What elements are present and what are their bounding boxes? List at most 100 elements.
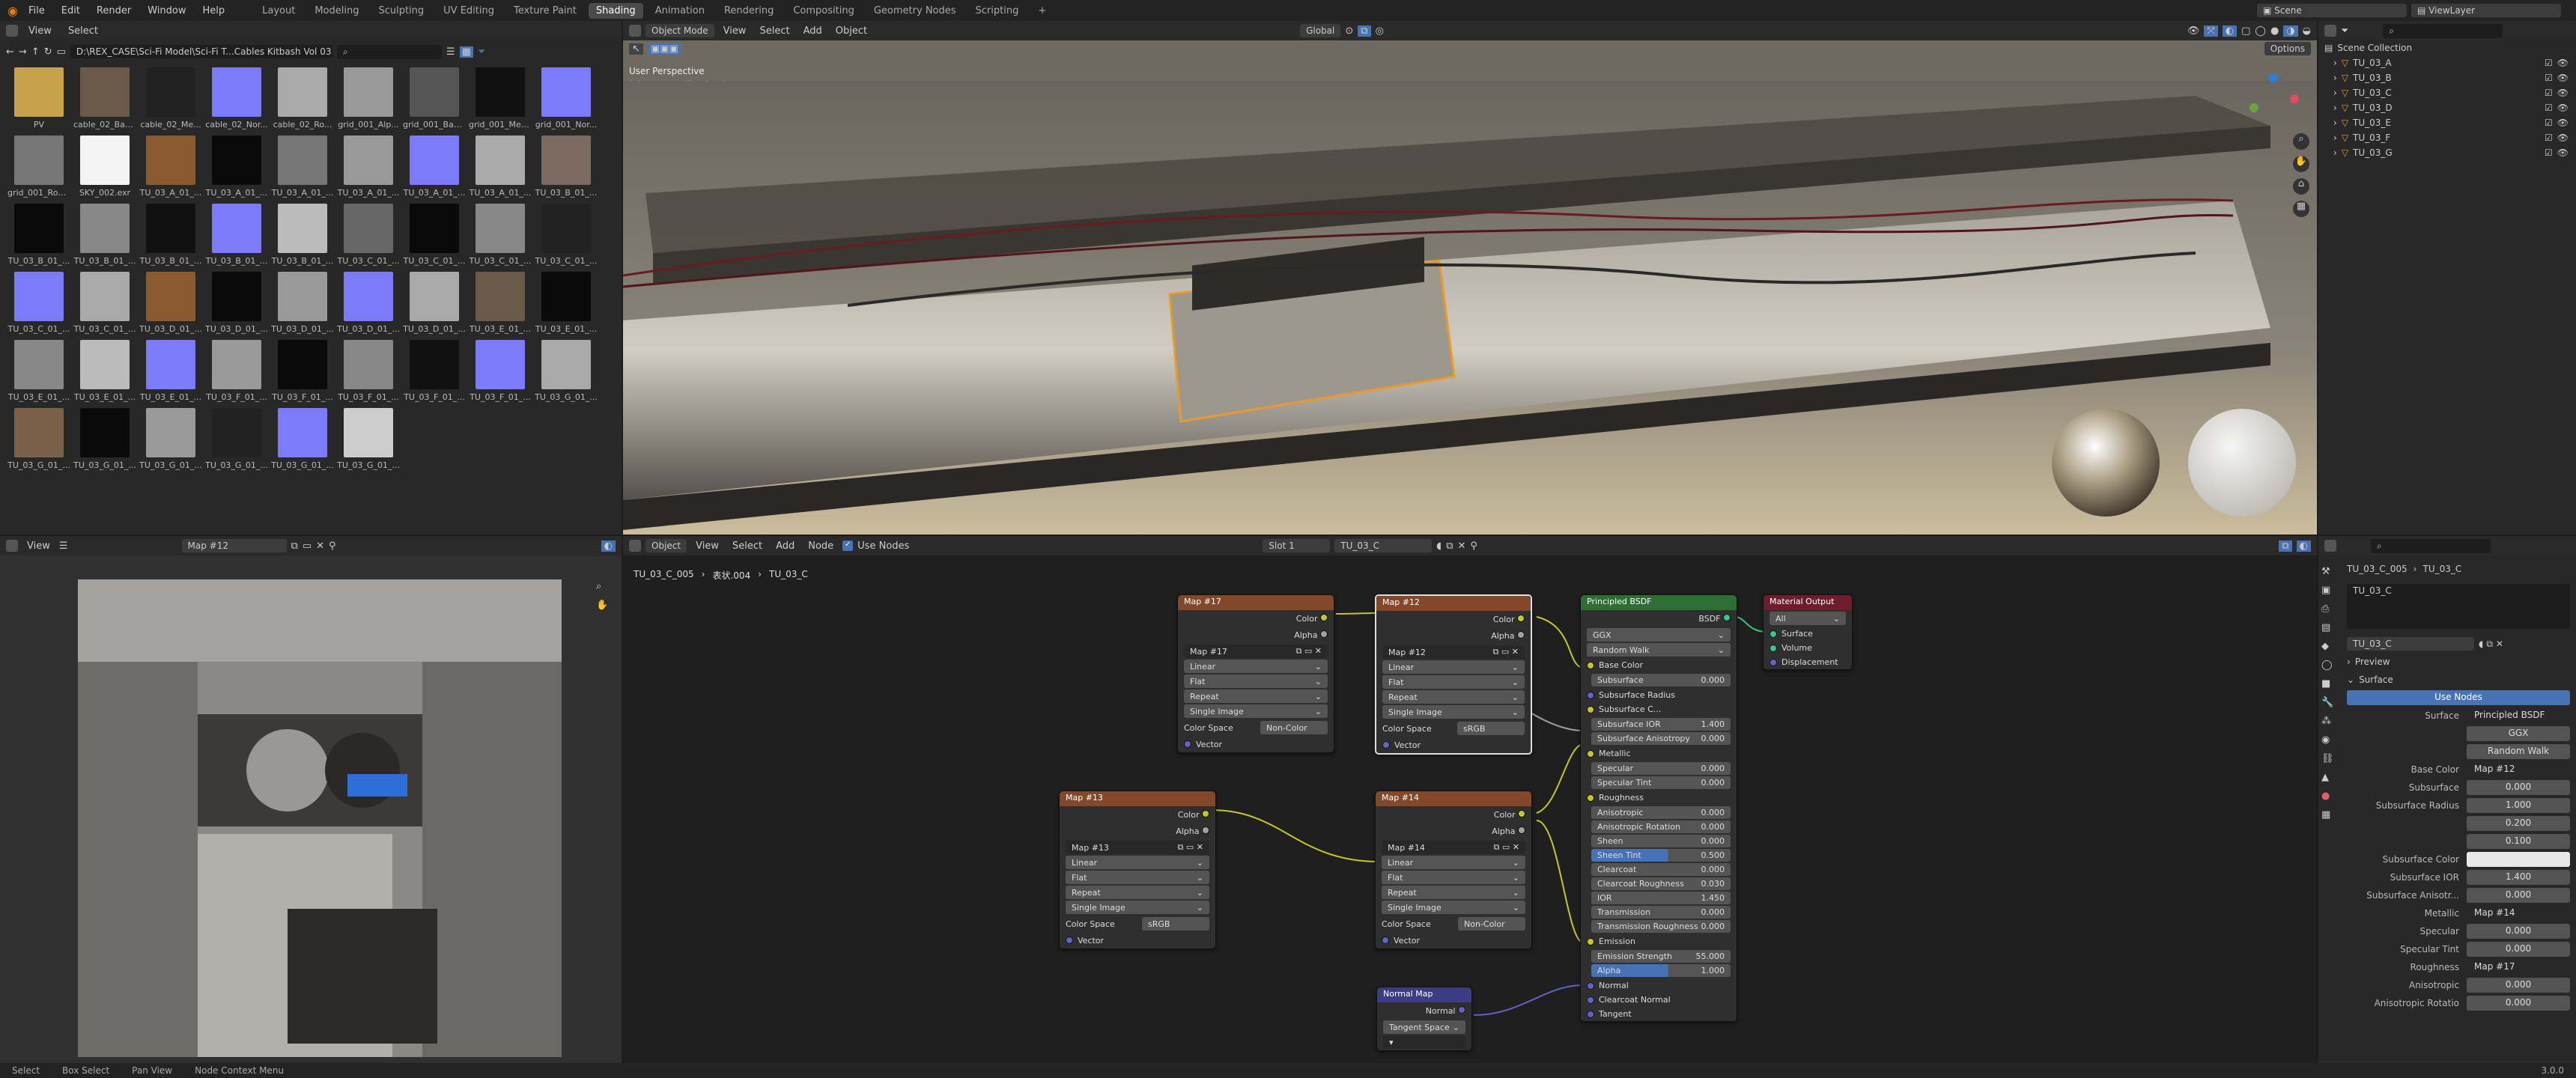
file-thumbnail[interactable]: TU_03_D_01_... xyxy=(138,272,204,334)
file-thumbnail[interactable]: TU_03_C_01_... xyxy=(335,204,401,266)
particles-tab-icon[interactable]: ⁂ xyxy=(2321,716,2339,727)
bsdf-field[interactable]: Alpha 1.000 xyxy=(1591,964,1731,977)
file-thumbnail[interactable]: TU_03_A_01_... xyxy=(335,135,401,198)
file-thumbnail[interactable]: TU_03_D_01_... xyxy=(204,272,270,334)
socket-icon[interactable] xyxy=(1587,937,1594,945)
select-tool-icon[interactable]: ↖ xyxy=(629,43,643,55)
tab-geometry-nodes[interactable]: Geometry Nodes xyxy=(866,3,964,19)
extension-select[interactable]: Repeat ⌄ xyxy=(1066,886,1209,899)
vp-menu-add[interactable]: Add xyxy=(799,25,827,37)
eye-icon[interactable]: 👁 xyxy=(2557,58,2569,68)
interpolation-select[interactable]: Linear ⌄ xyxy=(1382,856,1525,869)
bsdf-field[interactable]: Anisotropic Rotation 0.000 xyxy=(1591,820,1731,833)
vp-menu-object[interactable]: Object xyxy=(831,25,872,37)
bsdf-field[interactable]: Transmission 0.000 xyxy=(1591,906,1731,919)
color-space-select[interactable]: sRGB xyxy=(1457,722,1525,735)
shading-material-icon[interactable]: ◑ xyxy=(2283,25,2298,37)
tab-animation[interactable]: Animation xyxy=(648,3,712,19)
property-value[interactable]: 0.000 xyxy=(2467,924,2570,939)
file-thumbnail[interactable]: TU_03_G_01_... xyxy=(138,408,204,470)
uv-map-field[interactable]: ▾ xyxy=(1383,1035,1465,1049)
property-value[interactable]: Principled BSDF xyxy=(2467,708,2570,723)
expand-icon[interactable]: › xyxy=(2333,147,2337,158)
select-checkbox-icon[interactable]: ☑ xyxy=(2545,147,2553,158)
render-tab-icon[interactable]: ▣ xyxy=(2321,585,2339,596)
shading-wire-icon[interactable]: ◯ xyxy=(2255,25,2266,37)
property-value[interactable]: 0.000 xyxy=(2467,888,2570,903)
view-layer-tab-icon[interactable]: ▤ xyxy=(2321,622,2339,633)
image-texture-node[interactable]: Map #12 Color Alpha Map #12 ⧉ ▭ ✕ Linear ⌄ Fl… xyxy=(1375,594,1532,755)
preview-panel[interactable]: › Preview xyxy=(2341,653,2576,671)
property-value[interactable]: GGX xyxy=(2467,726,2570,741)
material-datablock[interactable]: TU_03_C xyxy=(2347,637,2474,651)
eye-icon[interactable]: 👁 xyxy=(2557,133,2569,143)
eye-icon[interactable]: 👁 xyxy=(2557,73,2569,83)
expand-icon[interactable]: › xyxy=(2333,133,2337,143)
file-thumbnail[interactable]: TU_03_F_01_... xyxy=(204,340,270,402)
extension-select[interactable]: Repeat ⌄ xyxy=(1184,689,1328,703)
bsdf-field[interactable]: IOR 1.450 xyxy=(1591,892,1731,904)
property-value[interactable]: Random Walk xyxy=(2467,744,2570,759)
socket-icon[interactable] xyxy=(1320,630,1328,638)
property-value[interactable]: 0.000 xyxy=(2467,996,2570,1011)
expand-icon[interactable]: › xyxy=(2333,103,2337,113)
parent-dir-icon[interactable]: ↑ xyxy=(31,46,40,58)
property-value[interactable]: 1.000 xyxy=(2467,798,2570,813)
tab-uv-editing[interactable]: UV Editing xyxy=(436,3,502,19)
editor-type-icon[interactable] xyxy=(629,25,641,37)
socket-icon[interactable] xyxy=(1202,826,1209,834)
file-thumbnail[interactable]: TU_03_A_01_... xyxy=(467,135,533,198)
open-image-icon[interactable]: ▭ xyxy=(303,540,312,552)
editor-type-icon[interactable] xyxy=(2324,540,2336,552)
select-mode-icon[interactable]: ▣▣▣ xyxy=(647,43,681,55)
socket-icon[interactable] xyxy=(1066,937,1073,944)
menu-edit[interactable]: Edit xyxy=(55,4,86,18)
bsdf-field[interactable]: Subsurface Anisotropy 0.000 xyxy=(1591,732,1731,745)
file-thumbnail[interactable]: PV xyxy=(6,67,72,130)
socket-icon[interactable] xyxy=(1587,691,1594,699)
socket-icon[interactable] xyxy=(1587,996,1594,1004)
file-thumbnail[interactable]: TU_03_F_01_... xyxy=(270,340,335,402)
search-field[interactable]: ⌕ xyxy=(336,44,442,59)
image-field[interactable]: Map #13 ⧉ ▭ ✕ xyxy=(1066,841,1209,854)
file-thumbnail[interactable]: TU_03_C_01_... xyxy=(533,204,599,266)
file-thumbnail[interactable]: grid_001_Nor... xyxy=(533,67,599,130)
socket-icon[interactable] xyxy=(1517,614,1525,622)
orientation-selector[interactable]: Global xyxy=(1300,24,1341,37)
file-thumbnail[interactable]: TU_03_G_01_... xyxy=(6,408,72,470)
editor-type-icon[interactable] xyxy=(6,25,18,37)
source-select[interactable]: Single Image ⌄ xyxy=(1184,704,1328,718)
outliner-item[interactable]: › ▽ TU_03_G ☑ 👁 xyxy=(2318,145,2576,160)
property-value[interactable]: 0.000 xyxy=(2467,978,2570,993)
property-value[interactable]: Map #17 xyxy=(2467,960,2570,975)
axis-y-icon[interactable] xyxy=(2250,103,2258,112)
file-thumbnail[interactable]: grid_001_Met... xyxy=(467,67,533,130)
file-thumbnail[interactable]: TU_03_C_01_... xyxy=(467,204,533,266)
viewport-3d[interactable]: Object Mode View Select Add Object Globa… xyxy=(623,21,2317,535)
tab-scripting[interactable]: Scripting xyxy=(968,3,1027,19)
socket-icon[interactable] xyxy=(1587,661,1594,669)
socket-icon[interactable] xyxy=(1458,1005,1465,1014)
extension-select[interactable]: Repeat ⌄ xyxy=(1382,690,1525,704)
color-space-select[interactable]: sRGB xyxy=(1142,917,1209,931)
image-actions-icon[interactable]: ⧉ ▭ ✕ xyxy=(1296,646,1322,657)
expand-icon[interactable]: › xyxy=(2333,58,2337,68)
outliner-item[interactable]: › ▽ TU_03_C ☑ 👁 xyxy=(2318,85,2576,100)
projection-select[interactable]: Flat ⌄ xyxy=(1066,871,1209,884)
source-select[interactable]: Single Image ⌄ xyxy=(1382,705,1525,719)
file-thumbnail[interactable]: grid_001_Rou... xyxy=(6,135,72,198)
material-output-node[interactable]: Material Output All ⌄ Surface Volume Displace… xyxy=(1763,594,1853,670)
file-thumbnail[interactable]: TU_03_B_01_... xyxy=(533,135,599,198)
file-thumbnail[interactable]: TU_03_B_01_... xyxy=(6,204,72,266)
outliner-search[interactable]: ⌕ xyxy=(2383,23,2503,38)
menu-render[interactable]: Render xyxy=(91,4,137,18)
distribution-select[interactable]: GGX ⌄ xyxy=(1587,628,1731,642)
file-thumbnail[interactable]: TU_03_C_01_... xyxy=(401,204,467,266)
refresh-icon[interactable]: ↻ xyxy=(44,46,52,58)
object-tab-icon[interactable]: ■ xyxy=(2321,678,2339,689)
modifier-tab-icon[interactable]: 🔧 xyxy=(2321,697,2339,708)
interpolation-select[interactable]: Linear ⌄ xyxy=(1066,856,1209,869)
pan-icon[interactable]: ✋ xyxy=(596,600,608,611)
socket-icon[interactable] xyxy=(1587,705,1594,713)
image-texture-node[interactable]: Map #13 Color Alpha Map #13 ⧉ ▭ ✕ Linear ⌄ Fl… xyxy=(1059,791,1216,949)
